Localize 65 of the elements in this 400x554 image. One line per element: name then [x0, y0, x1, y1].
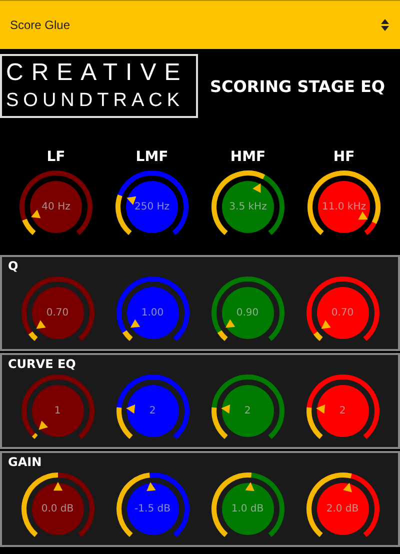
pointer-icon	[126, 404, 135, 414]
knob-body[interactable]	[222, 483, 274, 535]
knob-track[interactable]	[20, 170, 92, 235]
knob-value: 11.0 kHz	[322, 202, 366, 212]
section-title: CURVE EQ	[7, 356, 77, 371]
knob-body[interactable]	[316, 287, 368, 339]
knob-body[interactable]	[126, 181, 178, 233]
knob-track[interactable]	[116, 276, 189, 341]
band-label: HMF	[229, 149, 267, 165]
pointer-icon	[316, 404, 325, 414]
knob-body[interactable]	[222, 287, 274, 339]
knob-value: 250 Hz	[134, 202, 170, 212]
knob-body[interactable]	[316, 483, 368, 535]
knob-value: 2	[339, 406, 346, 416]
pointer-icon	[146, 482, 156, 492]
knob-body[interactable]	[316, 385, 368, 437]
knob-value: -1.5 dB	[134, 504, 170, 514]
band-label: LF	[46, 149, 66, 165]
knob-value: 0.0 dB	[41, 504, 74, 514]
knob-value: 0.70	[331, 308, 354, 318]
knob-value: 2	[149, 406, 156, 416]
knob-track[interactable]	[211, 276, 284, 341]
pointer-icon	[358, 212, 368, 220]
pointer-icon	[320, 320, 330, 329]
logo: CREATIVE SOUNDTRACK	[0, 54, 198, 118]
pointer-icon	[224, 319, 235, 328]
knob-value: 40 Hz	[42, 202, 70, 212]
plugin-title: SCORING STAGE EQ	[210, 76, 385, 96]
pointer-icon	[220, 404, 230, 414]
pointer-icon	[31, 210, 41, 218]
knob-track[interactable]	[21, 374, 94, 439]
knob-track[interactable]	[306, 276, 379, 341]
section-title: GAIN	[7, 454, 43, 469]
knob-body[interactable]	[32, 385, 84, 437]
knob-value: 0.70	[46, 308, 69, 318]
knob-body[interactable]	[126, 483, 178, 535]
knob-value: 2.0 dB	[326, 504, 359, 514]
knob-track[interactable]	[21, 276, 94, 341]
band-label: LMF	[134, 149, 170, 165]
knob-body[interactable]	[222, 385, 274, 437]
knob-body[interactable]	[30, 181, 82, 233]
band-label: HF	[332, 149, 356, 165]
knob-value: 3.5 kHz	[229, 202, 267, 212]
pointer-icon	[38, 420, 48, 430]
knob-body[interactable]	[32, 287, 84, 339]
knob-body[interactable]	[32, 483, 84, 535]
knob-body[interactable]	[222, 181, 274, 233]
knob-value: 1	[54, 406, 61, 416]
pointer-icon	[36, 320, 46, 329]
knob-value: 1.00	[141, 308, 164, 318]
section-title: Q	[7, 258, 20, 273]
knob-value: 1.0 dB	[231, 504, 264, 514]
knob-value: 2	[244, 406, 251, 416]
sort-arrows-icon	[380, 18, 390, 32]
knob-track[interactable]	[308, 170, 380, 235]
pointer-icon	[342, 482, 352, 492]
knob-body[interactable]	[126, 287, 178, 339]
pointer-icon	[244, 482, 254, 492]
pointer-icon	[130, 319, 140, 328]
pointer-icon	[52, 482, 62, 491]
knob-body[interactable]	[126, 385, 178, 437]
pointer-icon	[126, 196, 136, 205]
knob-body[interactable]	[318, 181, 370, 233]
pointer-icon	[252, 183, 261, 193]
knob-value: 0.90	[236, 308, 259, 318]
